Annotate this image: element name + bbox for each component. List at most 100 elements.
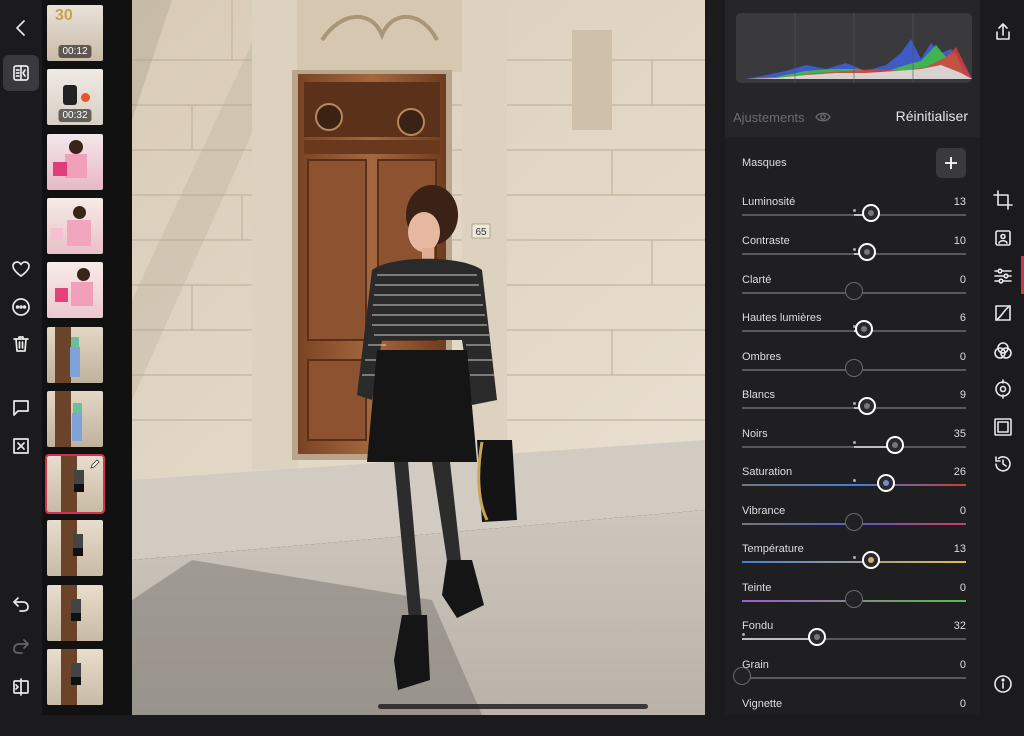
slider-label: Contraste [742,235,790,247]
slider-value: 13 [953,543,966,555]
house-number: 65 [475,227,487,238]
slider-noirs[interactable]: Noirs 35 [742,428,966,466]
filmstrip-thumb[interactable]: 00:32 [47,69,103,125]
slider-value: 6 [959,312,966,324]
slider-knob[interactable] [845,513,863,531]
curves-icon[interactable] [992,302,1014,324]
reject-icon[interactable] [5,430,37,462]
slider-value: 35 [953,428,966,440]
slider-value: 13 [953,196,966,208]
slider-knob[interactable] [733,667,751,685]
slider-value: 9 [959,389,966,401]
filmstrip-thumb[interactable] [47,520,103,576]
slider-value: 26 [953,466,966,478]
adjustments-label: Ajustements [733,110,805,125]
add-mask-button[interactable] [936,148,966,178]
slider-value: 0 [959,582,966,594]
video-duration: 00:32 [58,109,92,122]
filmstrip-thumb[interactable] [47,134,103,190]
share-icon[interactable] [992,21,1014,43]
slider-knob[interactable] [862,204,880,222]
filmstrip-thumb[interactable] [47,585,103,641]
heart-icon[interactable] [5,253,37,285]
filmstrip-thumb[interactable] [47,327,103,383]
plus-icon [945,157,957,169]
slider-label: Hautes lumières [742,312,822,324]
slider-label: Noirs [742,428,768,440]
slider-label: Vignette [742,698,783,710]
slider-knob[interactable] [858,243,876,261]
filmstrip-thumb[interactable]: 30 00:12 [47,5,103,61]
back-icon[interactable] [5,12,37,44]
slider-grain[interactable]: Grain 0 [733,659,966,697]
banner-number: 30 [55,7,73,24]
slider-value: 0 [959,274,966,286]
selective-icon[interactable] [992,378,1014,400]
adjustments-panel: Ajustements Réinitialiser Masques Lumino… [725,0,980,715]
slider-saturation[interactable]: Saturation 26 [742,466,966,504]
slider-contraste[interactable]: Contraste 10 [742,235,966,273]
slider-label: Luminosité [742,196,796,208]
adjust-icon[interactable] [992,265,1014,287]
filmstrip-thumb[interactable] [47,649,103,705]
more-icon[interactable] [5,291,37,323]
slider-track [742,561,966,563]
right-toolbar [981,0,1024,715]
slider-temperature[interactable]: Température 13 [742,543,966,581]
slider-label: Clarté [742,274,772,286]
filmstrip-thumb[interactable] [47,391,103,447]
slider-label: Teinte [742,582,772,594]
frame-icon[interactable] [992,416,1014,438]
filmstrip-thumb[interactable] [47,262,103,318]
eye-icon[interactable] [815,110,831,124]
slider-value: 0 [959,698,966,710]
slider-track [742,677,966,679]
slider-knob[interactable] [886,436,904,454]
photo-canvas[interactable]: 65 [132,0,705,715]
history-icon[interactable] [992,453,1014,475]
split-view-icon[interactable] [5,671,37,703]
filmstrip-thumb-selected[interactable] [45,454,105,514]
reset-button[interactable]: Réinitialiser [896,108,968,124]
compare-icon[interactable] [3,55,39,91]
filmstrip: 30 00:12 00:32 [42,0,132,715]
edited-icon [90,459,100,469]
slider-knob[interactable] [862,551,880,569]
undo-icon[interactable] [5,588,37,620]
comment-icon[interactable] [5,392,37,424]
crop-icon[interactable] [992,189,1014,211]
slider-value: 0 [959,351,966,363]
slider-blancs[interactable]: Blancs 9 [742,389,966,427]
filmstrip-thumb[interactable] [47,198,103,254]
info-icon[interactable] [992,673,1014,695]
histogram [736,13,972,83]
slider-hautes-lumieres[interactable]: Hautes lumières 6 [742,312,966,350]
slider-luminosite[interactable]: Luminosité 13 [742,196,966,234]
slider-clarte[interactable]: Clarté 0 [742,274,966,312]
left-toolbar [0,0,42,715]
slider-knob[interactable] [858,397,876,415]
slider-value: 0 [959,505,966,517]
video-duration: 00:12 [58,45,92,58]
slider-ombres[interactable]: Ombres 0 [742,351,966,389]
color-mixer-icon[interactable] [992,340,1014,362]
slider-knob[interactable] [877,474,895,492]
slider-knob[interactable] [845,590,863,608]
slider-fondu[interactable]: Fondu 32 [742,620,966,658]
redo-icon[interactable] [5,630,37,662]
photo-image: 65 [132,0,705,715]
slider-label: Saturation [742,466,793,478]
slider-vignette[interactable]: Vignette 0 [742,698,966,736]
presets-icon[interactable] [992,227,1014,249]
slider-label: Ombres [742,351,782,363]
home-indicator [378,704,648,709]
trash-icon[interactable] [5,328,37,360]
slider-knob[interactable] [845,359,863,377]
slider-knob[interactable] [855,320,873,338]
slider-knob[interactable] [845,282,863,300]
slider-teinte[interactable]: Teinte 0 [742,582,966,620]
slider-vibrance[interactable]: Vibrance 0 [742,505,966,543]
slider-label: Blancs [742,389,776,401]
slider-knob[interactable] [808,628,826,646]
panel-header: Ajustements Réinitialiser [725,0,980,137]
